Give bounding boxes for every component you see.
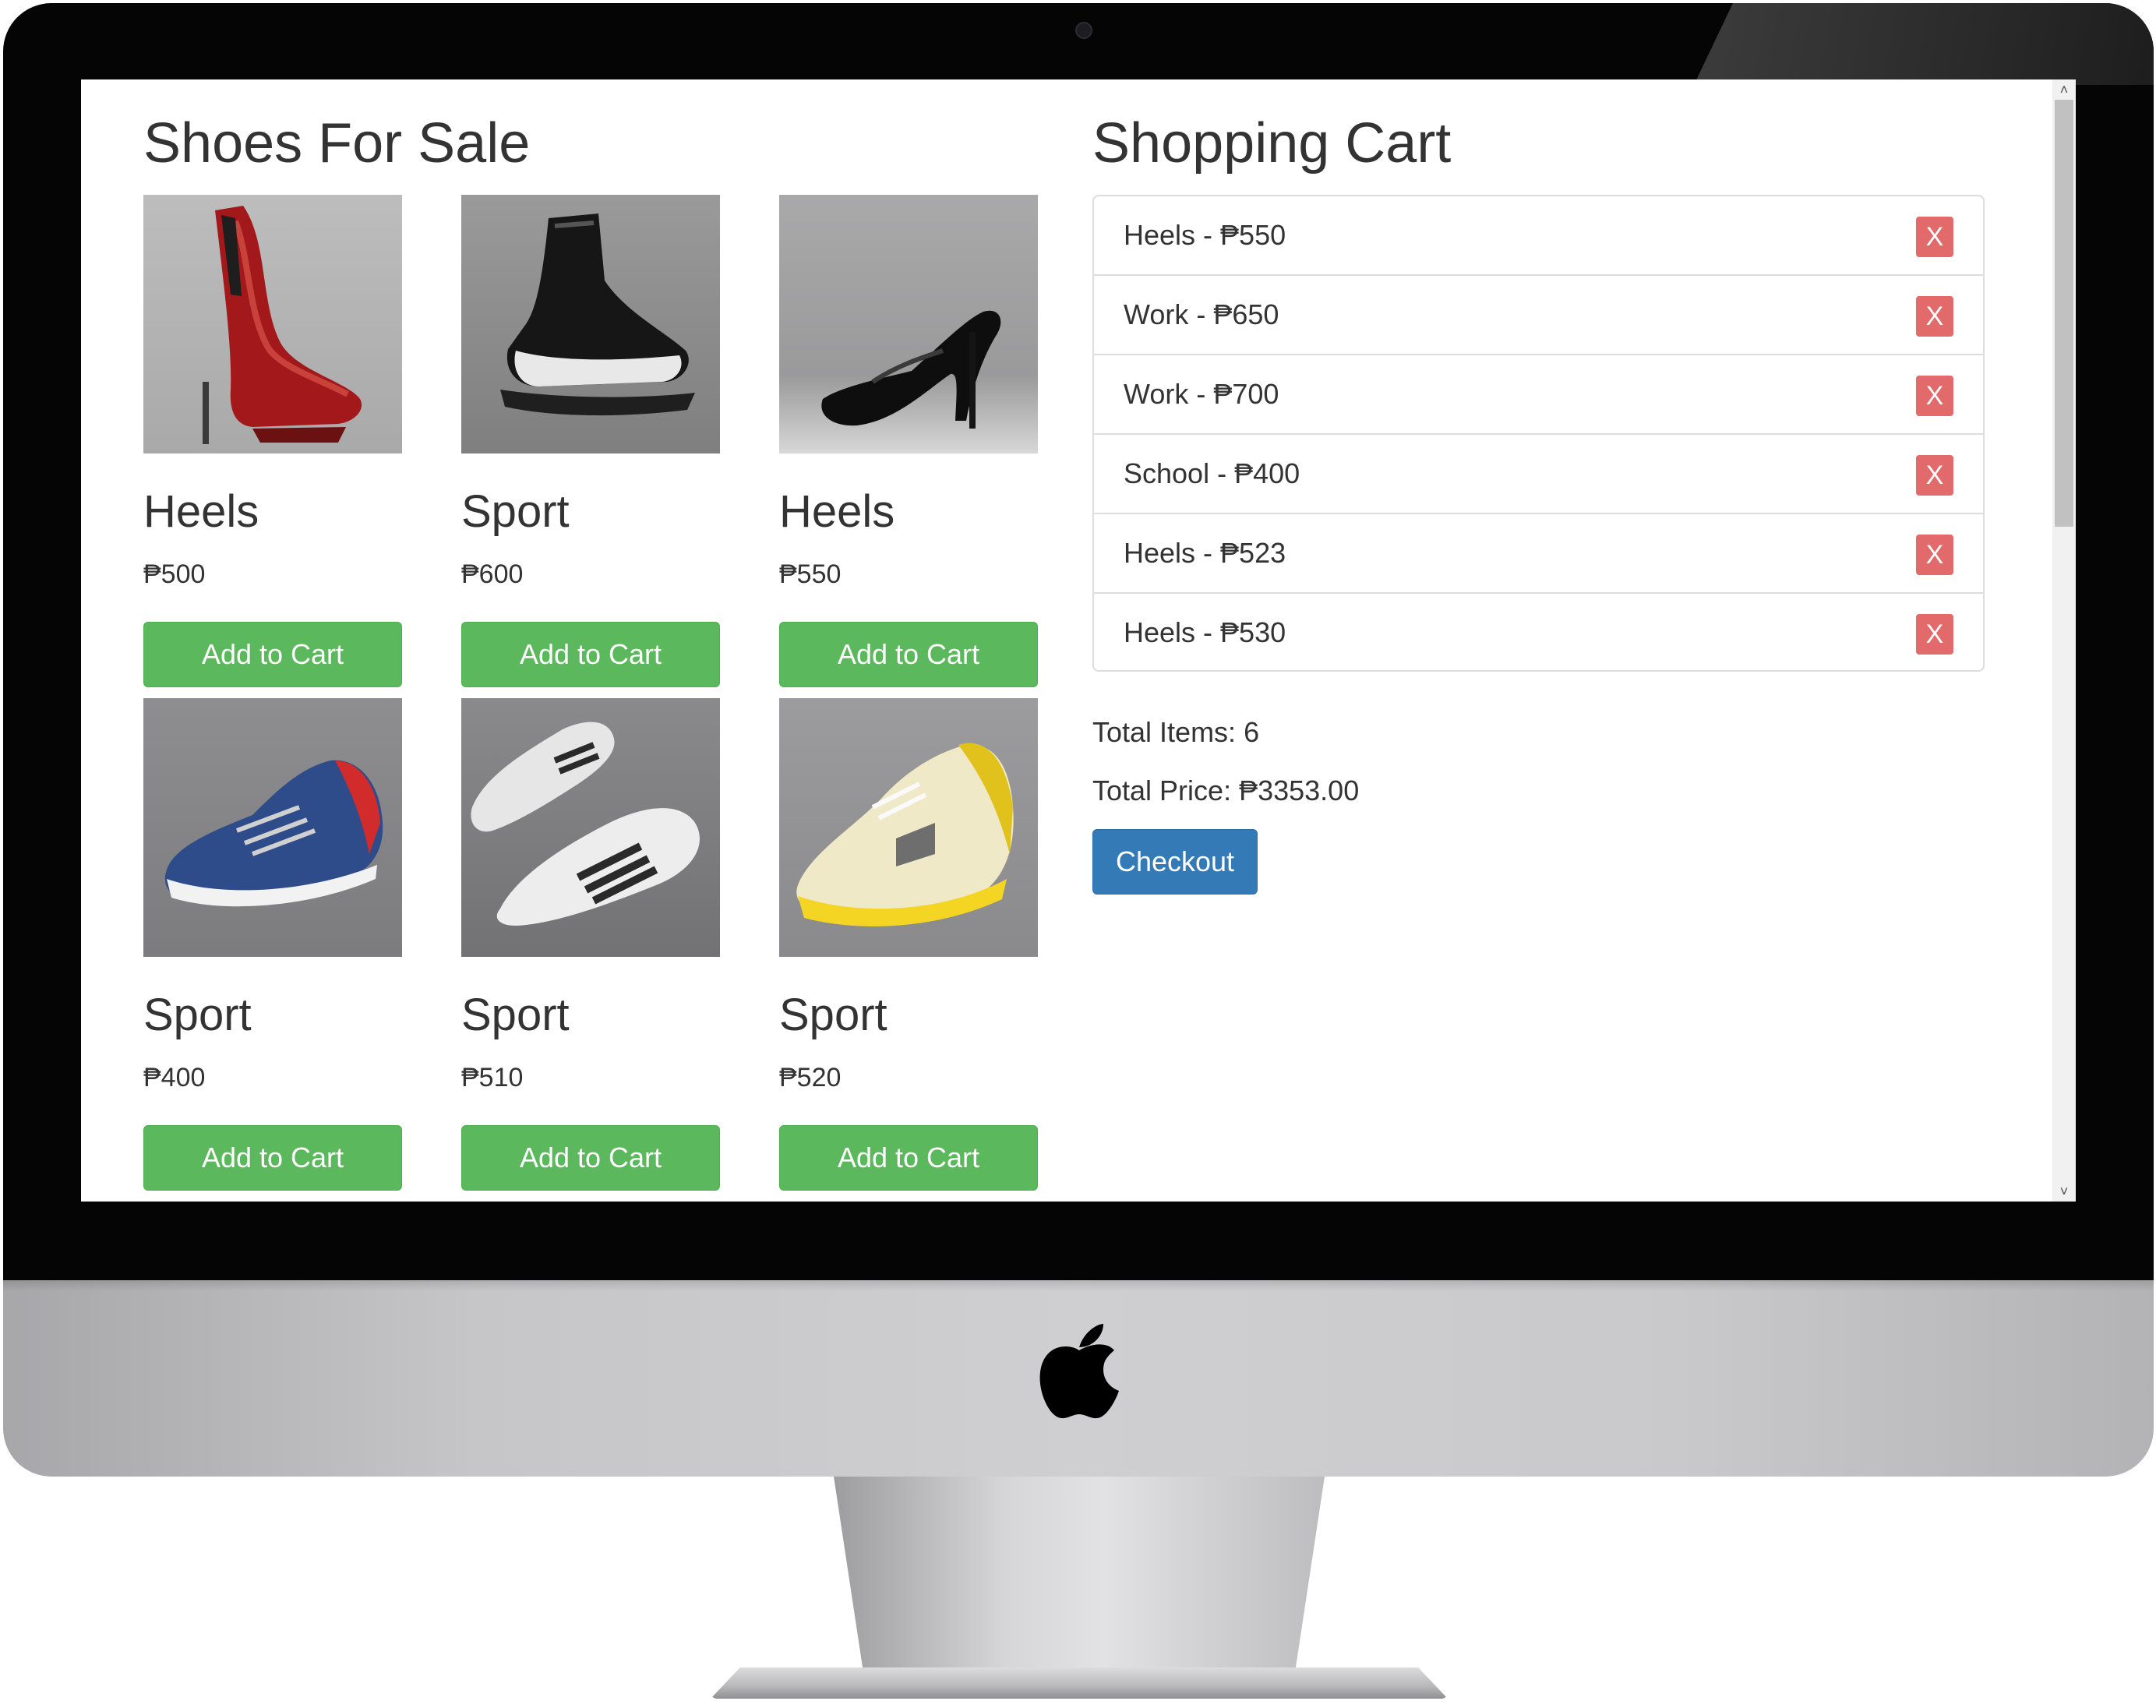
apple-logo-icon [1039, 1324, 1119, 1419]
yellow-sneaker-icon [796, 743, 1014, 926]
screen: Shoes For Sale Heels ₱500 Add to Cart Sp… [81, 79, 2076, 1202]
total-price: Total Price: ₱3353.00 [1092, 775, 1360, 806]
vertical-scrollbar[interactable]: ˄ ˅ [2052, 79, 2076, 1202]
scrollbar-thumb[interactable] [2055, 100, 2073, 527]
product-image [779, 195, 1038, 453]
remove-item-button[interactable]: X [1916, 296, 1953, 337]
scroll-down-arrow-icon[interactable]: ˅ [2052, 1181, 2076, 1202]
stiletto-heel-shoe-icon [821, 310, 1001, 429]
remove-item-button[interactable]: X [1916, 535, 1953, 575]
product-price: ₱600 [461, 559, 524, 589]
cart-item: Work - ₱700 X [1094, 355, 1983, 435]
cart-item: Work - ₱650 X [1094, 276, 1983, 355]
scroll-up-arrow-icon[interactable]: ˄ [2052, 79, 2076, 100]
product-price: ₱520 [779, 1063, 842, 1092]
product-image [143, 195, 402, 453]
remove-item-button[interactable]: X [1916, 217, 1953, 257]
product-name: Heels [779, 486, 895, 537]
cart-item-label: School - ₱400 [1124, 457, 1300, 489]
red-heel-shoe-icon [203, 206, 362, 444]
product-price: ₱510 [461, 1063, 524, 1092]
products-heading: Shoes For Sale [143, 112, 531, 175]
cart-item: Heels - ₱523 X [1094, 514, 1983, 594]
blue-red-sneaker-icon [164, 760, 383, 907]
cart-item: School - ₱400 X [1094, 435, 1983, 514]
product-name: Sport [461, 990, 570, 1040]
cart-list: Heels - ₱550 X Work - ₱650 X Work - ₱700… [1092, 195, 1985, 672]
product-card: Heels ₱500 Add to Cart [143, 195, 402, 687]
remove-item-button[interactable]: X [1916, 614, 1953, 655]
product-name: Sport [779, 990, 887, 1040]
product-image [779, 698, 1038, 957]
cart-item-label: Heels - ₱550 [1124, 219, 1286, 251]
sport-boot-shoe-icon [500, 214, 695, 416]
product-image [461, 195, 720, 453]
add-to-cart-button[interactable]: Add to Cart [779, 1125, 1038, 1191]
add-to-cart-button[interactable]: Add to Cart [143, 1125, 402, 1191]
cart-item-label: Work - ₱650 [1124, 298, 1279, 330]
product-name: Sport [143, 990, 252, 1040]
cart-item: Heels - ₱530 X [1094, 594, 1983, 670]
product-card: Heels ₱550 Add to Cart [779, 195, 1038, 687]
cart-heading: Shopping Cart [1092, 112, 1452, 175]
monitor-stand-base [711, 1667, 1448, 1699]
cart-item: Heels - ₱550 X [1094, 196, 1983, 276]
checkout-button[interactable]: Checkout [1092, 829, 1258, 895]
product-card: Sport ₱400 Add to Cart [143, 698, 402, 1191]
product-image [461, 698, 720, 957]
add-to-cart-button[interactable]: Add to Cart [461, 622, 720, 687]
product-price: ₱500 [143, 559, 206, 589]
remove-item-button[interactable]: X [1916, 376, 1953, 416]
product-price: ₱550 [779, 559, 842, 589]
product-card: Sport ₱510 Add to Cart [461, 698, 720, 1191]
total-items: Total Items: 6 [1092, 716, 1260, 748]
product-card: Sport ₱600 Add to Cart [461, 195, 720, 687]
white-sneakers-pair-icon [471, 722, 700, 926]
cart-item-label: Heels - ₱523 [1124, 537, 1286, 569]
product-name: Heels [143, 486, 259, 537]
chin-shade [3, 1280, 2154, 1291]
add-to-cart-button[interactable]: Add to Cart [779, 622, 1038, 687]
cart-item-label: Heels - ₱530 [1124, 616, 1286, 648]
webcam-icon [1075, 22, 1092, 39]
bezel-glare [1694, 3, 2154, 85]
product-price: ₱400 [143, 1063, 206, 1092]
remove-item-button[interactable]: X [1916, 455, 1953, 496]
cart-item-label: Work - ₱700 [1124, 378, 1279, 410]
product-name: Sport [461, 486, 570, 537]
shop-page: Shoes For Sale Heels ₱500 Add to Cart Sp… [81, 79, 2052, 1202]
product-image [143, 698, 402, 957]
monitor-stand-neck [834, 1477, 1325, 1671]
add-to-cart-button[interactable]: Add to Cart [143, 622, 402, 687]
add-to-cart-button[interactable]: Add to Cart [461, 1125, 720, 1191]
product-card: Sport ₱520 Add to Cart [779, 698, 1038, 1191]
